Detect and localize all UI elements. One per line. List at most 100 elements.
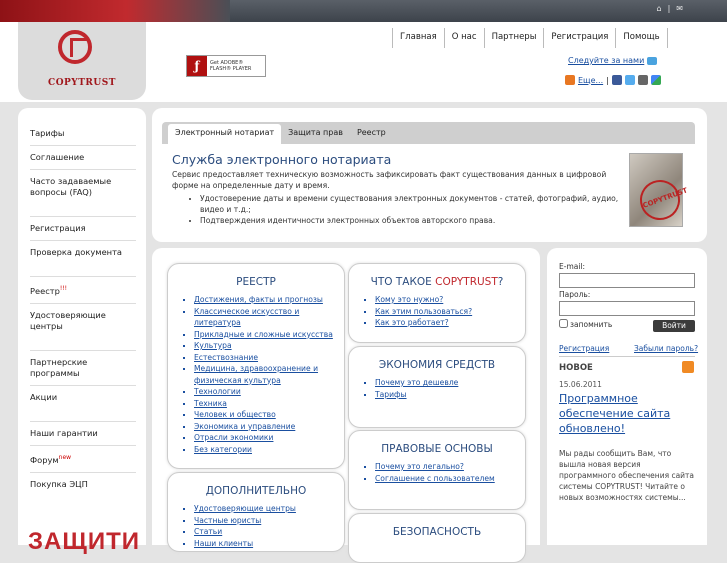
password-field[interactable] (559, 301, 695, 316)
extra-link[interactable]: Статьи (194, 527, 222, 536)
list-item: Тарифы (375, 389, 517, 401)
remember-label: запомнить (570, 320, 613, 329)
remember-checkbox[interactable] (559, 319, 568, 328)
follow-us-link[interactable]: Следуйте за нами (568, 56, 644, 65)
registry-link[interactable]: Отрасли экономики (194, 433, 273, 442)
list-item: Человек и общество (194, 409, 336, 421)
register-link[interactable]: Регистрация (559, 344, 609, 353)
forum-new-badge: new (58, 453, 72, 461)
sidebar-item-registration[interactable]: Регистрация (30, 216, 136, 241)
top-icons: ⌂ | ✉ (657, 4, 683, 13)
nav-partners[interactable]: Партнеры (485, 28, 545, 48)
home-icon[interactable]: ⌂ (657, 4, 662, 13)
tab-registry[interactable]: Реестр (350, 122, 393, 144)
notary-tabs: Электронный нотариат Защита прав Реестр (162, 122, 695, 144)
list-item: Подтверждения идентичности электронных о… (200, 215, 620, 226)
tab-rights-protection[interactable]: Защита прав (281, 122, 350, 144)
top-bar-accent (0, 0, 230, 22)
logo-text: COPYTRUST (48, 78, 116, 88)
what-title-part: ? (497, 276, 504, 288)
list-item: Прикладные и сложные искусства (194, 329, 336, 341)
twitter-bird-icon[interactable] (646, 56, 657, 65)
flash-icon: ƒ (187, 56, 207, 76)
news-title-link[interactable]: Программное обеспечение сайта обновлено! (559, 391, 699, 436)
list-item: Культура (194, 340, 336, 352)
extra-link[interactable]: Удостоверяющие центры (194, 504, 296, 513)
promo-banner-text[interactable]: ЗАЩИТИ (28, 528, 140, 556)
twitter-icon[interactable] (624, 75, 635, 85)
separator: | (606, 75, 609, 85)
plus-share-icon[interactable] (565, 75, 575, 85)
sidebar-item-registry[interactable]: Реестр!!! (30, 276, 136, 304)
sidebar-item-promotions[interactable]: Акции (30, 386, 136, 409)
email-label: E-mail: (559, 262, 586, 271)
nav-registration[interactable]: Регистрация (544, 28, 617, 48)
registry-link[interactable]: Культура (194, 341, 232, 350)
extra-link[interactable]: Наши клиенты (194, 539, 253, 548)
legal-box: ПРАВОВЫЕ ОСНОВЫ Почему это легально? Сог… (348, 430, 526, 510)
sidebar-item-tariffs[interactable]: Тарифы (30, 122, 136, 146)
nav-help[interactable]: Помощь (616, 28, 668, 48)
registry-link[interactable]: Естествознание (194, 353, 258, 362)
security-title: БЕЗОПАСНОСТЬ (392, 526, 482, 538)
email-field[interactable] (559, 273, 695, 288)
stamp-text: COPYTRUST (634, 174, 689, 226)
print-icon[interactable] (637, 75, 648, 85)
rss-icon[interactable] (682, 361, 694, 373)
what-is-title: ЧТО ТАКОЕ COPYTRUST? (349, 276, 525, 288)
registry-link[interactable]: Классическое искусство и литература (194, 307, 299, 328)
forgot-password-link[interactable]: Забыли пароль? (634, 344, 698, 353)
registry-link[interactable]: Прикладные и сложные искусства (194, 330, 333, 339)
legal-link[interactable]: Соглашение с пользователем (375, 474, 495, 483)
what-link[interactable]: Как это работает? (375, 318, 449, 327)
top-bar: ⌂ | ✉ (0, 0, 727, 22)
divider (559, 356, 695, 357)
what-title-brand: COPYTRUST (435, 276, 498, 288)
economy-link[interactable]: Почему это дешевле (375, 378, 458, 387)
main-nav: Главная О нас Партнеры Регистрация Помощ… (392, 28, 668, 48)
notary-description: Сервис предоставляет техническую возможн… (172, 170, 607, 190)
nav-home[interactable]: Главная (393, 28, 445, 48)
what-is-box: ЧТО ТАКОЕ COPYTRUST? Кому это нужно? Как… (348, 263, 526, 343)
registry-link[interactable]: Экономика и управление (194, 422, 295, 431)
what-link[interactable]: Как этим пользоваться? (375, 307, 472, 316)
sidebar-item-buy-signature[interactable]: Покупка ЭЦП (30, 473, 136, 496)
list-item: Почему это дешевле (375, 377, 517, 389)
sidebar-item-forum[interactable]: Форумnew (30, 446, 136, 473)
sidebar: Тарифы Соглашение Часто задаваемые вопро… (18, 108, 146, 545)
flash-player-badge[interactable]: ƒ Get ADOBE® FLASH® PLAYER (186, 55, 266, 77)
what-link[interactable]: Кому это нужно? (375, 295, 443, 304)
registry-link[interactable]: Технологии (194, 387, 241, 396)
share-more-link[interactable]: Еще... (578, 76, 603, 85)
logo-mark-icon (58, 30, 92, 64)
sidebar-item-partner-programs[interactable]: Партнерские программы (30, 349, 136, 386)
registry-link[interactable]: Техника (194, 399, 227, 408)
facebook-icon[interactable] (611, 75, 622, 85)
nav-about[interactable]: О нас (445, 28, 485, 48)
extra-link[interactable]: Частные юристы (194, 516, 261, 525)
login-button[interactable]: Войти (653, 320, 695, 332)
registry-link[interactable]: Без категории (194, 445, 252, 454)
economy-link[interactable]: Тарифы (375, 390, 407, 399)
list-item: Как это работает? (375, 317, 517, 329)
list-item: Наши клиенты (194, 538, 336, 550)
sidebar-item-guarantees[interactable]: Наши гарантии (30, 420, 136, 446)
google-bookmark-icon[interactable] (650, 75, 661, 85)
registry-link[interactable]: Достижения, факты и прогнозы (194, 295, 323, 304)
list-item: Отрасли экономики (194, 432, 336, 444)
registry-link[interactable]: Медицина, здравоохранение и физическая к… (194, 364, 318, 385)
sidebar-item-certification-centers[interactable]: Удостоверяющие центры (30, 304, 136, 338)
logo[interactable]: COPYTRUST (18, 22, 146, 100)
sidebar-item-agreement[interactable]: Соглашение (30, 146, 136, 170)
sidebar-item-check-document[interactable]: Проверка документа (30, 241, 136, 264)
portrait-stamp-image: COPYTRUST (629, 153, 689, 227)
registry-link[interactable]: Человек и общество (194, 410, 276, 419)
follow-us: Следуйте за нами (568, 56, 657, 65)
legal-link[interactable]: Почему это легально? (375, 462, 464, 471)
notary-bullets: Удостоверение даты и времени существован… (200, 193, 620, 226)
news-date: 15.06.2011 (559, 380, 602, 389)
mail-icon[interactable]: ✉ (676, 4, 683, 13)
sidebar-item-faq[interactable]: Часто задаваемые вопросы (FAQ) (30, 170, 136, 204)
list-item: Без категории (194, 444, 336, 456)
tab-electronic-notary[interactable]: Электронный нотариат (168, 124, 282, 144)
